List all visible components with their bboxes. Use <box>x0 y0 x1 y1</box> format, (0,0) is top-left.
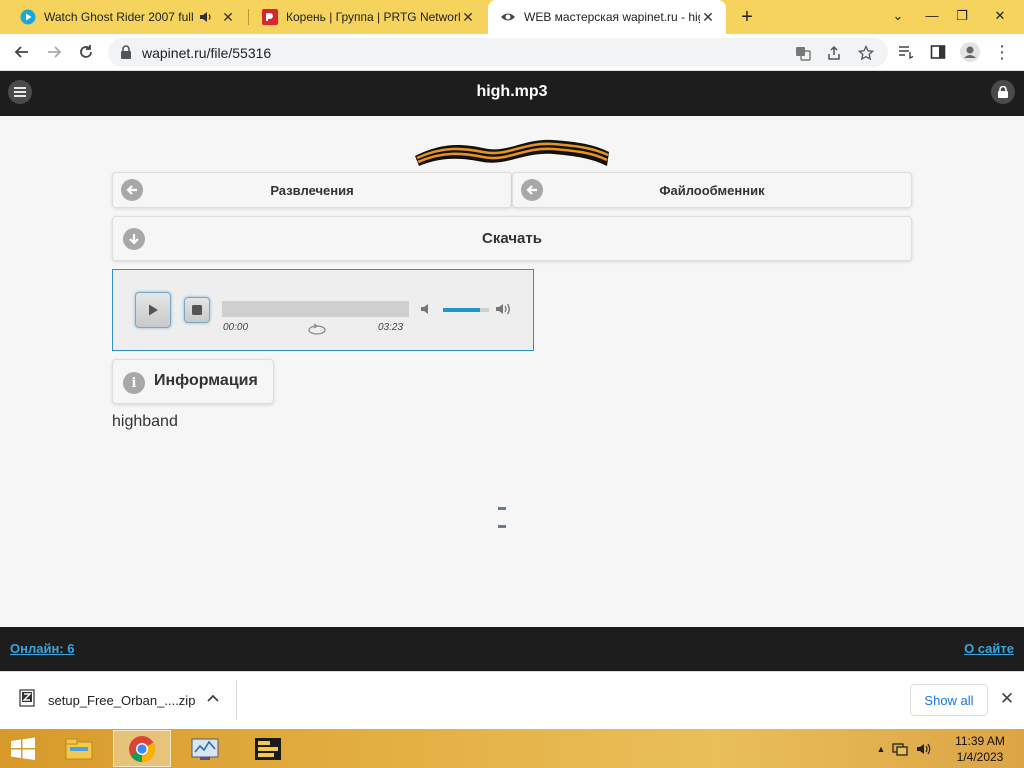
bookmark-star-icon[interactable] <box>855 42 877 64</box>
url-text: wapinet.ru/file/55316 <box>142 45 272 61</box>
speaker-icon[interactable] <box>198 9 214 25</box>
profile-avatar-icon[interactable] <box>958 40 982 64</box>
close-tab-icon[interactable]: ✕ <box>700 9 716 25</box>
windows-taskbar: ▲ 11:39 AM 1/4/2023 <box>0 729 1024 768</box>
download-button[interactable]: Скачать <box>112 216 912 261</box>
back-icon[interactable] <box>10 40 34 64</box>
seek-bar[interactable] <box>222 301 409 317</box>
show-all-button[interactable]: Show all <box>910 684 988 716</box>
nav-back-label: Развлечения <box>270 183 354 198</box>
performance-monitor-icon[interactable] <box>176 730 234 767</box>
browser-toolbar: wapinet.ru/file/55316 ⋮ <box>0 34 1024 71</box>
reload-icon[interactable] <box>74 40 98 64</box>
file-exchange-button[interactable]: Файлообменник <box>512 172 912 208</box>
loading-indicator <box>498 497 516 528</box>
close-tab-icon[interactable]: ✕ <box>220 9 236 25</box>
zip-file-icon <box>18 688 36 712</box>
repeat-icon[interactable] <box>307 322 327 340</box>
tab-title: WEB мастерская wapinet.ru - hig <box>524 10 700 24</box>
translate-icon[interactable] <box>792 42 814 64</box>
play-icon <box>149 304 158 316</box>
duration: 03:23 <box>378 322 404 333</box>
browser-tabstrip: Watch Ghost Rider 2007 full ✕ Корень | Г… <box>0 0 1024 34</box>
page-header: high.mp3 <box>0 71 1024 116</box>
address-bar[interactable]: wapinet.ru/file/55316 <box>108 38 888 67</box>
close-window-icon[interactable]: ✕ <box>986 4 1014 28</box>
new-tab-icon[interactable]: + <box>736 7 758 27</box>
tab-wapinet[interactable]: WEB мастерская wapinet.ru - hig ✕ <box>488 0 726 34</box>
tab-title: Корень | Группа | PRTG Network <box>286 10 460 24</box>
page-title: high.mp3 <box>476 83 548 100</box>
clock-time: 11:39 AM <box>955 734 1005 748</box>
online-count-link[interactable]: Онлайн: 6 <box>10 641 74 656</box>
info-button[interactable]: i Информация <box>112 359 274 404</box>
restore-icon[interactable]: ❐ <box>948 4 976 28</box>
current-time: 00:00 <box>223 322 249 333</box>
info-label: Информация <box>154 372 258 389</box>
browser-menu-icon[interactable]: ⋮ <box>990 40 1014 64</box>
prtg-icon <box>262 9 278 25</box>
volume-level <box>443 308 480 312</box>
page-footer: Онлайн: 6 О сайте <box>0 627 1024 671</box>
nav-forward-label: Файлообменник <box>659 183 765 198</box>
side-panel-icon[interactable] <box>926 40 950 64</box>
forward-icon[interactable] <box>42 40 66 64</box>
chevron-up-icon[interactable] <box>204 689 222 709</box>
tab-watch-ghost-rider[interactable]: Watch Ghost Rider 2007 full ✕ <box>8 0 246 34</box>
prtg-app-icon[interactable] <box>239 730 297 767</box>
file-description: highband <box>112 413 178 430</box>
login-lock-icon[interactable] <box>991 80 1015 104</box>
tab-title: Watch Ghost Rider 2007 full <box>44 10 194 24</box>
lock-icon[interactable] <box>120 45 132 64</box>
volume-slider[interactable] <box>443 308 489 312</box>
share-icon[interactable] <box>823 42 845 64</box>
windows-start-icon[interactable] <box>0 730 46 767</box>
download-file-name: setup_Free_Orban_....zip <box>48 692 196 708</box>
system-tray: ▲ <box>874 729 936 768</box>
mute-icon[interactable] <box>420 302 434 321</box>
stop-icon <box>192 305 202 315</box>
tab-separator <box>248 9 249 25</box>
back-to-entertainment-button[interactable]: Развлечения <box>112 172 512 208</box>
divider <box>236 680 237 720</box>
tray-overflow-chevron-icon[interactable]: ▲ <box>874 744 888 754</box>
about-site-link[interactable]: О сайте <box>964 641 1014 656</box>
chrome-icon[interactable] <box>113 730 171 767</box>
close-download-bar-icon[interactable]: ✕ <box>996 688 1018 710</box>
network-icon[interactable] <box>888 742 912 756</box>
download-label: Скачать <box>482 230 542 247</box>
tab-prtg[interactable]: Корень | Группа | PRTG Network ✕ <box>250 0 486 34</box>
volume-tray-icon[interactable] <box>912 742 936 756</box>
info-icon: i <box>123 372 145 394</box>
minimize-icon[interactable]: — <box>918 4 946 28</box>
play-circle-icon <box>20 9 36 25</box>
volume-max-icon[interactable] <box>495 301 513 322</box>
close-tab-icon[interactable]: ✕ <box>460 9 476 25</box>
media-queue-icon[interactable] <box>894 40 918 64</box>
clock-date: 1/4/2023 <box>956 750 1004 764</box>
st-george-ribbon-logo <box>413 134 611 173</box>
system-clock[interactable]: 11:39 AM 1/4/2023 <box>944 733 1016 765</box>
tab-search-chevron-icon[interactable]: ⌄ <box>884 4 912 28</box>
download-bar: setup_Free_Orban_....zip Show all ✕ <box>0 671 1024 729</box>
play-button[interactable] <box>135 292 171 328</box>
stop-button[interactable] <box>184 297 210 323</box>
file-explorer-icon[interactable] <box>50 730 108 767</box>
download-item[interactable]: setup_Free_Orban_....zip <box>18 688 195 712</box>
eye-icon <box>500 9 516 25</box>
